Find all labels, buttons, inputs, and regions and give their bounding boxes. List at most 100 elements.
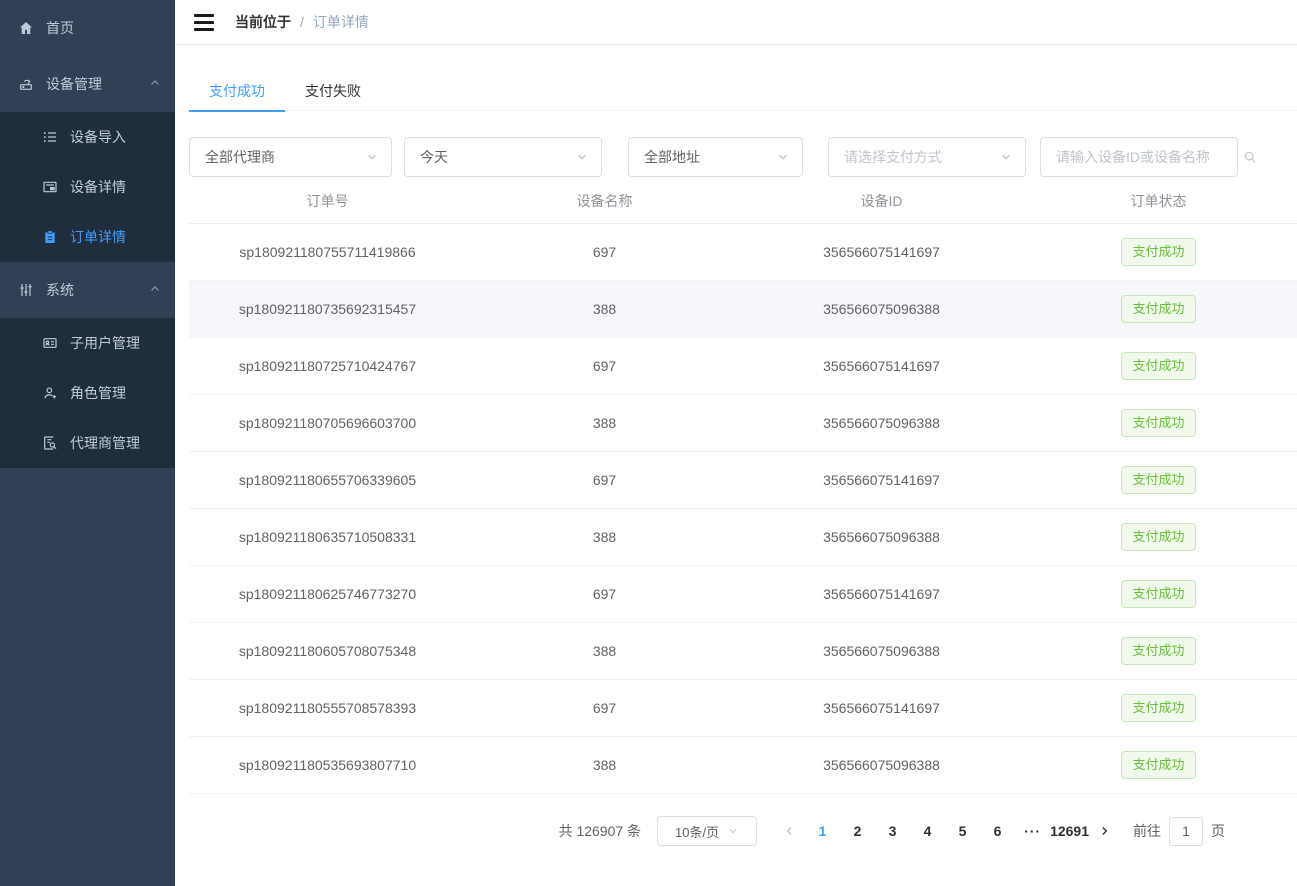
tabs-bar: 支付成功 支付失败: [189, 71, 1297, 111]
column-header-order-no: 订单号: [189, 191, 466, 211]
agent-select[interactable]: 全部代理商: [189, 137, 392, 177]
device-name-cell: 388: [466, 415, 743, 431]
order-status-cell: 支付成功: [1020, 637, 1297, 665]
order-no-cell: sp180921180655706339605: [189, 472, 466, 488]
sidebar-item-device-import[interactable]: 设备导入: [0, 112, 175, 162]
device-id-cell: 356566075096388: [743, 643, 1020, 659]
doc-search-icon: [42, 435, 58, 451]
page-button-2[interactable]: 2: [840, 823, 875, 839]
column-header-device-name: 设备名称: [466, 191, 743, 211]
device-name-cell: 697: [466, 700, 743, 716]
table-row[interactable]: sp180921180735692315457 388 356566075096…: [189, 281, 1297, 338]
page-size-value: 10条/页: [675, 822, 719, 841]
chevron-down-icon: [999, 150, 1013, 164]
status-badge: 支付成功: [1121, 751, 1195, 779]
sidebar-item-agent-management[interactable]: 代理商管理: [0, 418, 175, 468]
device-id-cell: 356566075141697: [743, 358, 1020, 374]
goto-page-input[interactable]: [1169, 817, 1203, 846]
table-row[interactable]: sp180921180555708578393 697 356566075141…: [189, 680, 1297, 737]
filter-bar: 全部代理商 今天 全部地址: [189, 137, 1297, 177]
address-select[interactable]: 全部地址: [628, 137, 803, 177]
device-name-cell: 697: [466, 472, 743, 488]
table-row[interactable]: sp180921180725710424767 697 356566075141…: [189, 338, 1297, 395]
table-row[interactable]: sp180921180705696603700 388 356566075096…: [189, 395, 1297, 452]
sidebar-item-label: 子用户管理: [70, 333, 140, 353]
table-row[interactable]: sp180921180655706339605 697 356566075141…: [189, 452, 1297, 509]
device-name-cell: 388: [466, 529, 743, 545]
page-size-select[interactable]: 10条/页: [657, 816, 757, 846]
sidebar-group-system[interactable]: 系统: [0, 262, 175, 318]
sidebar-group-device-management[interactable]: 设备管理: [0, 56, 175, 112]
order-no-cell: sp180921180605708075348: [189, 643, 466, 659]
next-page-icon[interactable]: [1089, 824, 1119, 838]
sidebar-item-home[interactable]: 首页: [0, 0, 175, 56]
main-area: 当前位于 / 订单详情 支付成功 支付失败 全部代理商 今天: [175, 0, 1297, 886]
table-row[interactable]: sp180921180535693807710 388 356566075096…: [189, 737, 1297, 794]
order-status-cell: 支付成功: [1020, 694, 1297, 722]
breadcrumb-separator: /: [300, 14, 304, 30]
order-no-cell: sp180921180725710424767: [189, 358, 466, 374]
sidebar-item-order-detail[interactable]: 订单详情: [0, 212, 175, 262]
search-icon[interactable]: [1243, 150, 1257, 164]
sidebar-item-label: 代理商管理: [70, 433, 140, 453]
goto-page: 前往 页: [1133, 817, 1225, 846]
tab-payment-failed[interactable]: 支付失败: [285, 71, 381, 111]
date-select[interactable]: 今天: [404, 137, 602, 177]
device-name-cell: 697: [466, 586, 743, 602]
table-row[interactable]: sp180921180755711419866 697 356566075141…: [189, 224, 1297, 281]
table-row[interactable]: sp180921180625746773270 697 356566075141…: [189, 566, 1297, 623]
status-badge: 支付成功: [1121, 466, 1195, 494]
orders-table: 订单号 设备名称 设备ID 订单状态 sp1809211807557114198…: [189, 178, 1297, 794]
order-no-cell: sp180921180635710508331: [189, 529, 466, 545]
device-id-cell: 356566075096388: [743, 757, 1020, 773]
order-no-cell: sp180921180535693807710: [189, 757, 466, 773]
device-name-cell: 388: [466, 301, 743, 317]
device-id-cell: 356566075096388: [743, 529, 1020, 545]
hamburger-icon[interactable]: [185, 3, 223, 41]
topbar: 当前位于 / 订单详情: [175, 0, 1297, 45]
table-row[interactable]: sp180921180635710508331 388 356566075096…: [189, 509, 1297, 566]
order-status-cell: 支付成功: [1020, 466, 1297, 494]
breadcrumb-root: 当前位于: [235, 12, 291, 32]
status-badge: 支付成功: [1121, 238, 1195, 266]
order-no-cell: sp180921180625746773270: [189, 586, 466, 602]
card-icon: [42, 179, 58, 195]
goto-label: 前往: [1133, 821, 1161, 841]
breadcrumb-current: 订单详情: [313, 12, 369, 32]
order-status-cell: 支付成功: [1020, 352, 1297, 380]
tab-payment-success[interactable]: 支付成功: [189, 71, 285, 111]
breadcrumb: 当前位于 / 订单详情: [235, 12, 369, 32]
page-button-last[interactable]: 12691: [1050, 823, 1089, 839]
device-id-cell: 356566075141697: [743, 472, 1020, 488]
order-status-cell: 支付成功: [1020, 751, 1297, 779]
sidebar-item-label: 订单详情: [70, 227, 126, 247]
device-id-cell: 356566075096388: [743, 415, 1020, 431]
sidebar-item-label: 角色管理: [70, 383, 126, 403]
sidebar-item-subuser-management[interactable]: 子用户管理: [0, 318, 175, 368]
id-card-icon: [42, 335, 58, 351]
page-button-1[interactable]: 1: [805, 823, 840, 839]
user-icon: [42, 385, 58, 401]
table-body: sp180921180755711419866 697 356566075141…: [189, 224, 1297, 794]
status-badge: 支付成功: [1121, 580, 1195, 608]
sidebar-item-device-detail[interactable]: 设备详情: [0, 162, 175, 212]
payment-method-select[interactable]: 请选择支付方式: [828, 137, 1026, 177]
status-badge: 支付成功: [1121, 295, 1195, 323]
page-button-4[interactable]: 4: [910, 823, 945, 839]
table-row[interactable]: sp180921180605708075348 388 356566075096…: [189, 623, 1297, 680]
prev-page-icon[interactable]: [775, 824, 805, 838]
device-search-input[interactable]: [1056, 149, 1237, 165]
content: 支付成功 支付失败 全部代理商 今天 全部地址: [175, 45, 1297, 846]
page-button-5[interactable]: 5: [945, 823, 980, 839]
page-button-6[interactable]: 6: [980, 823, 1015, 839]
status-badge: 支付成功: [1121, 523, 1195, 551]
device-name-cell: 388: [466, 643, 743, 659]
sidebar-item-role-management[interactable]: 角色管理: [0, 368, 175, 418]
page-button-3[interactable]: 3: [875, 823, 910, 839]
sidebar-group-label: 设备管理: [46, 74, 102, 94]
chevron-up-icon: [149, 282, 161, 298]
sidebar: 首页 设备管理 设备导入 设备详情: [0, 0, 175, 886]
pagination-ellipsis[interactable]: ···: [1015, 823, 1050, 839]
chevron-up-icon: [149, 76, 161, 92]
date-select-value: 今天: [420, 147, 575, 167]
